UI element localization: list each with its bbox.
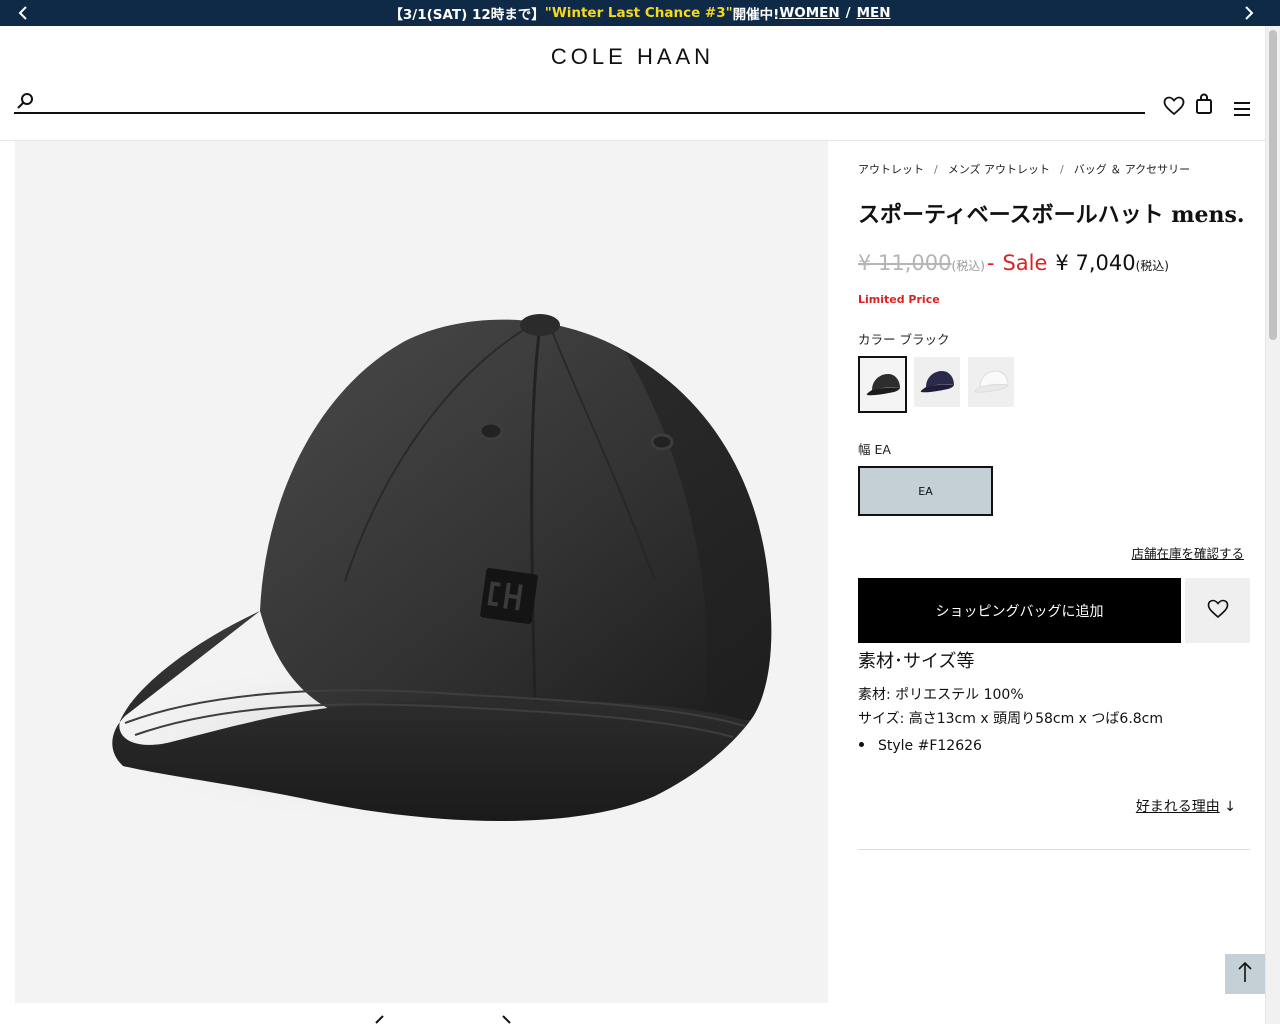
breadcrumb: アウトレット / メンズ アウトレット / バッグ ＆ アクセサリー bbox=[858, 161, 1190, 177]
specs-title: 素材･サイズ等 bbox=[858, 651, 975, 672]
promo-status: 開催中! bbox=[732, 7, 780, 23]
arrow-down-icon: ↓ bbox=[1224, 799, 1236, 815]
baseball-cap-image bbox=[85, 314, 772, 826]
spec-material: 素材: ポリエステル 100% bbox=[858, 687, 1024, 703]
check-store-stock-link[interactable]: 店舗在庫を確認する bbox=[1131, 543, 1244, 562]
page-scrollbar[interactable] bbox=[1265, 26, 1280, 1024]
chevron-right-icon[interactable] bbox=[1240, 4, 1258, 22]
back-to-top-button[interactable] bbox=[1225, 954, 1265, 994]
heart-icon bbox=[1207, 599, 1229, 623]
cap-thumbnail-navy bbox=[920, 371, 954, 393]
promo-women-link[interactable]: WOMEN bbox=[779, 5, 839, 21]
add-to-bag-button[interactable]: ショッピングバッグに追加 bbox=[858, 578, 1181, 643]
sale-price-tax: (税込) bbox=[1135, 259, 1169, 273]
promo-banner: 【3/1(SAT) 12時まで】 "Winter Last Chance #3"… bbox=[0, 0, 1280, 26]
width-label: 幅 EA bbox=[858, 442, 891, 457]
breadcrumb-mens-outlet[interactable]: メンズ アウトレット bbox=[948, 163, 1050, 176]
search-input[interactable] bbox=[42, 90, 1132, 112]
promo-separator: / bbox=[845, 5, 851, 21]
spec-size: サイズ: 高さ13cm x 頭周り58cm x つば6.8cm bbox=[858, 711, 1164, 727]
chevron-left-icon[interactable] bbox=[14, 4, 32, 22]
arrow-up-icon bbox=[1238, 961, 1252, 987]
spec-style-text: Style #F12626 bbox=[878, 738, 982, 754]
menu-hamburger-icon[interactable] bbox=[1230, 97, 1254, 121]
promo-men-link[interactable]: MEN bbox=[857, 5, 891, 21]
width-option-ea[interactable]: EA bbox=[858, 466, 993, 516]
site-logo[interactable]: COLE HAAN bbox=[0, 44, 1265, 70]
shopping-bag-icon[interactable] bbox=[1192, 92, 1216, 116]
limited-price-badge: Limited Price bbox=[858, 293, 940, 306]
original-price-tax: (税込) bbox=[951, 259, 985, 273]
color-swatch-black[interactable] bbox=[858, 356, 907, 413]
sale-label: Sale bbox=[1002, 251, 1048, 275]
breadcrumb-bags-accessories[interactable]: バッグ ＆ アクセサリー bbox=[1074, 163, 1190, 176]
wishlist-heart-icon[interactable] bbox=[1162, 94, 1186, 118]
promo-campaign: "Winter Last Chance #3" bbox=[544, 5, 733, 21]
color-swatch-navy[interactable] bbox=[914, 357, 960, 407]
color-label: カラー ブラック bbox=[858, 332, 950, 347]
bullet-dot bbox=[859, 742, 864, 747]
why-loved-link[interactable]: 好まれる理由 ↓ bbox=[1136, 796, 1236, 816]
cap-thumbnail-white bbox=[974, 370, 1009, 393]
cap-thumbnail-black bbox=[866, 373, 900, 395]
search-bar[interactable] bbox=[14, 88, 1145, 114]
color-swatch-white[interactable] bbox=[968, 357, 1014, 407]
product-title: スポーティベースボールハット mens. bbox=[858, 202, 1245, 228]
why-loved-label: 好まれる理由 bbox=[1135, 799, 1220, 815]
price-block: ¥ 11,000 (税込) - Sale ¥ 7,040 (税込) bbox=[858, 251, 1169, 275]
spec-style: Style #F12626 bbox=[858, 738, 982, 754]
sale-dash: - bbox=[986, 251, 995, 275]
scrollbar-thumb[interactable] bbox=[1269, 30, 1277, 340]
add-to-wishlist-button[interactable] bbox=[1185, 578, 1250, 643]
breadcrumb-separator: / bbox=[1060, 163, 1064, 176]
info-divider bbox=[858, 849, 1250, 850]
breadcrumb-separator: / bbox=[934, 163, 938, 176]
search-icon[interactable] bbox=[16, 92, 34, 110]
sale-price: ¥ 7,040 bbox=[1055, 251, 1136, 275]
breadcrumb-outlet[interactable]: アウトレット bbox=[858, 163, 924, 176]
promo-date: 【3/1(SAT) 12時まで】 bbox=[389, 7, 545, 23]
original-price: ¥ 11,000 bbox=[858, 251, 952, 275]
product-image[interactable] bbox=[15, 141, 828, 1003]
